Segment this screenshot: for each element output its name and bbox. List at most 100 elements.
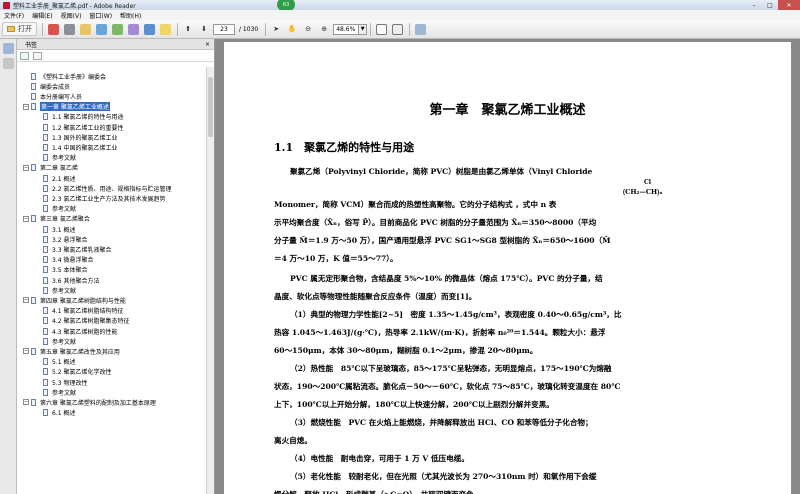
attachments-icon[interactable] [3, 58, 14, 69]
scrollbar-thumb[interactable] [208, 77, 213, 137]
bookmark-item[interactable]: 本分册编写人员 [17, 91, 207, 101]
bookmark-item[interactable]: 5.2 聚氯乙烯化学改性 [17, 367, 207, 377]
bookmark-item[interactable]: − 第三章 氯乙烯聚合 [17, 214, 207, 224]
sign-button[interactable] [126, 22, 140, 36]
maximize-button[interactable]: □ [762, 0, 778, 10]
body-text-line: 慢分解，释放 HCl，形成羰基（>C=O）、共轭双键而变色。 [274, 490, 481, 494]
bookmark-page-icon [31, 92, 36, 100]
next-page-button[interactable]: ⬇ [197, 22, 211, 36]
zoom-level-input[interactable]: 48.6% [333, 23, 360, 35]
bookmark-item[interactable]: 5.1 概述 [17, 357, 207, 367]
bookmark-item[interactable]: 3.3 聚氯乙烯乳液聚合 [17, 244, 207, 254]
comment-button[interactable] [158, 22, 172, 36]
bookmark-item[interactable]: 参考文献 [17, 336, 207, 346]
bookmark-item[interactable]: 2.1 概述 [17, 173, 207, 183]
bookmark-item[interactable]: 3.2 悬浮聚合 [17, 234, 207, 244]
bookmark-item[interactable]: 5.3 物理改性 [17, 377, 207, 387]
adobe-reader-icon [3, 1, 10, 9]
body-text-line: Monomer，简称 VCM）聚合而成的热塑性高聚物。它的分子结构式 ，式中 n… [274, 200, 557, 209]
close-button[interactable]: ✕ [778, 0, 800, 10]
bookmark-page-icon [43, 205, 48, 213]
bookmark-item[interactable]: 3.6 其他聚合方法 [17, 275, 207, 285]
fit-width-icon [391, 23, 403, 35]
bookmark-page-icon [43, 378, 48, 386]
fit-page-button[interactable] [374, 22, 388, 36]
print-button[interactable] [62, 22, 76, 36]
hand-tool-button[interactable]: ✋ [285, 22, 299, 36]
collapse-toggle-icon[interactable]: − [23, 348, 29, 355]
body-text-line: 状态，190～200℃属粘流态。脆化点－50～－60℃，软化点 75～85℃，玻… [274, 382, 621, 391]
bookmark-item[interactable]: 参考文献 [17, 285, 207, 295]
bookmarks-scrollbar[interactable] [206, 67, 214, 494]
previous-page-button[interactable]: ⬆ [181, 22, 195, 36]
toolbar-separator [42, 22, 43, 36]
open-button[interactable]: 打开 [2, 22, 37, 36]
bookmark-page-icon [43, 286, 48, 294]
fill-sign-button[interactable] [413, 22, 427, 36]
export-icon [143, 23, 155, 35]
menu-edit[interactable]: 编辑(E) [32, 11, 52, 20]
toolbar-separator [177, 22, 178, 36]
upload-button[interactable] [94, 22, 108, 36]
create-pdf-button[interactable] [46, 22, 60, 36]
minimize-button[interactable]: – [746, 0, 762, 10]
bookmark-item[interactable]: 3.5 本体聚合 [17, 265, 207, 275]
bookmark-item[interactable]: 参考文献 [17, 153, 207, 163]
export-button[interactable] [142, 22, 156, 36]
fit-width-button[interactable] [390, 22, 404, 36]
arrow-up-icon: ⬆ [185, 25, 191, 33]
page-number-input[interactable]: 23 [213, 23, 235, 35]
bookmark-item[interactable]: − 第六章 聚氯乙烯塑料的配制及加工基本原理 [17, 397, 207, 407]
menu-help[interactable]: 帮助(H) [120, 11, 141, 20]
panel-close-button[interactable]: × [205, 41, 210, 48]
bookmark-item[interactable]: 参考文献 [17, 204, 207, 214]
bookmark-item[interactable]: 《塑料工业手册》编委会 [17, 71, 207, 81]
collapse-toggle-icon[interactable]: − [23, 215, 29, 222]
bookmark-item[interactable]: 参考文献 [17, 387, 207, 397]
email-icon [79, 23, 91, 35]
delete-bookmark-icon[interactable] [33, 51, 42, 60]
bookmarks-toolbar [17, 50, 214, 62]
bookmark-item[interactable]: − 第一章 聚氯乙烯工业概述 [17, 102, 207, 112]
bookmark-item[interactable]: 3.4 微悬浮聚合 [17, 255, 207, 265]
bookmarks-icon[interactable] [3, 43, 14, 54]
zoom-out-button[interactable]: ⊖ [301, 22, 315, 36]
bookmark-label: 6.1 概述 [52, 410, 76, 418]
bookmark-page-icon [43, 225, 48, 233]
bookmark-item[interactable]: − 第四章 聚氯乙烯树脂结构与性能 [17, 295, 207, 305]
document-view[interactable]: 第一章 聚氯乙烯工业概述 1.1 聚氯乙烯的特性与用途 聚氯乙烯（Polyvin… [215, 39, 800, 494]
body-text-line: PVC 属无定形聚合物，含结晶度 5%～10% 的微晶体（熔点 175℃）。PV… [290, 274, 603, 283]
collapse-toggle-icon[interactable]: − [23, 399, 29, 406]
bookmark-item[interactable]: 1.2 聚氯乙烯工业的重要性 [17, 122, 207, 132]
bookmark-page-icon [43, 184, 48, 192]
bookmark-item[interactable]: 编委会成员 [17, 81, 207, 91]
bookmark-item[interactable]: 4.2 聚氯乙烯树脂聚集态特征 [17, 316, 207, 326]
bookmark-item[interactable]: 4.3 聚氯乙烯树脂的性能 [17, 326, 207, 336]
email-button[interactable] [78, 22, 92, 36]
share-button[interactable] [110, 22, 124, 36]
collapse-toggle-icon[interactable]: − [23, 103, 29, 110]
select-tool-button[interactable]: ➤ [269, 22, 283, 36]
bookmark-item[interactable]: 3.1 概述 [17, 224, 207, 234]
bookmark-options-icon[interactable] [20, 51, 29, 60]
collapse-toggle-icon[interactable]: − [23, 297, 29, 304]
bookmark-item[interactable]: 1.3 国外的聚氯乙烯工业 [17, 132, 207, 142]
bookmark-item[interactable]: 4.1 聚氯乙烯树脂结构特征 [17, 306, 207, 316]
bookmark-item[interactable]: − 第二章 氯乙烯 [17, 163, 207, 173]
collapse-toggle-icon[interactable]: − [23, 164, 29, 171]
menu-window[interactable]: 窗口(W) [89, 11, 112, 20]
bookmark-item[interactable]: 2.2 氯乙烯性质、用途、规格指标与贮运管理 [17, 183, 207, 193]
body-text-line: 晶度、软化点等物理性能随聚合反应条件（温度）而变[1]。 [274, 292, 477, 301]
bookmark-item[interactable]: 1.4 中国的聚氯乙烯工业 [17, 142, 207, 152]
body-text-line: 60～150μm，本体 30～80μm，糊树脂 0.1～2μm，掺混 20～80… [274, 346, 538, 355]
window-title: 塑料工业手册_聚氯乙烯.pdf - Adobe Reader [13, 2, 136, 10]
bookmark-item[interactable]: 2.3 氯乙烯工业生产方法及其技术发展趋势 [17, 193, 207, 203]
menu-view[interactable]: 视图(V) [61, 11, 82, 20]
menu-file[interactable]: 文件(F) [4, 11, 24, 20]
zoom-dropdown-button[interactable]: ▼ [359, 23, 368, 35]
zoom-in-button[interactable]: ⊕ [317, 22, 331, 36]
bookmark-item[interactable]: − 第五章 聚氯乙烯改性及其应用 [17, 346, 207, 356]
bookmark-item[interactable]: 1.1 聚氯乙烯的特性与用途 [17, 112, 207, 122]
bookmark-item[interactable]: 6.1 概述 [17, 408, 207, 418]
bookmark-page-icon [43, 368, 48, 376]
